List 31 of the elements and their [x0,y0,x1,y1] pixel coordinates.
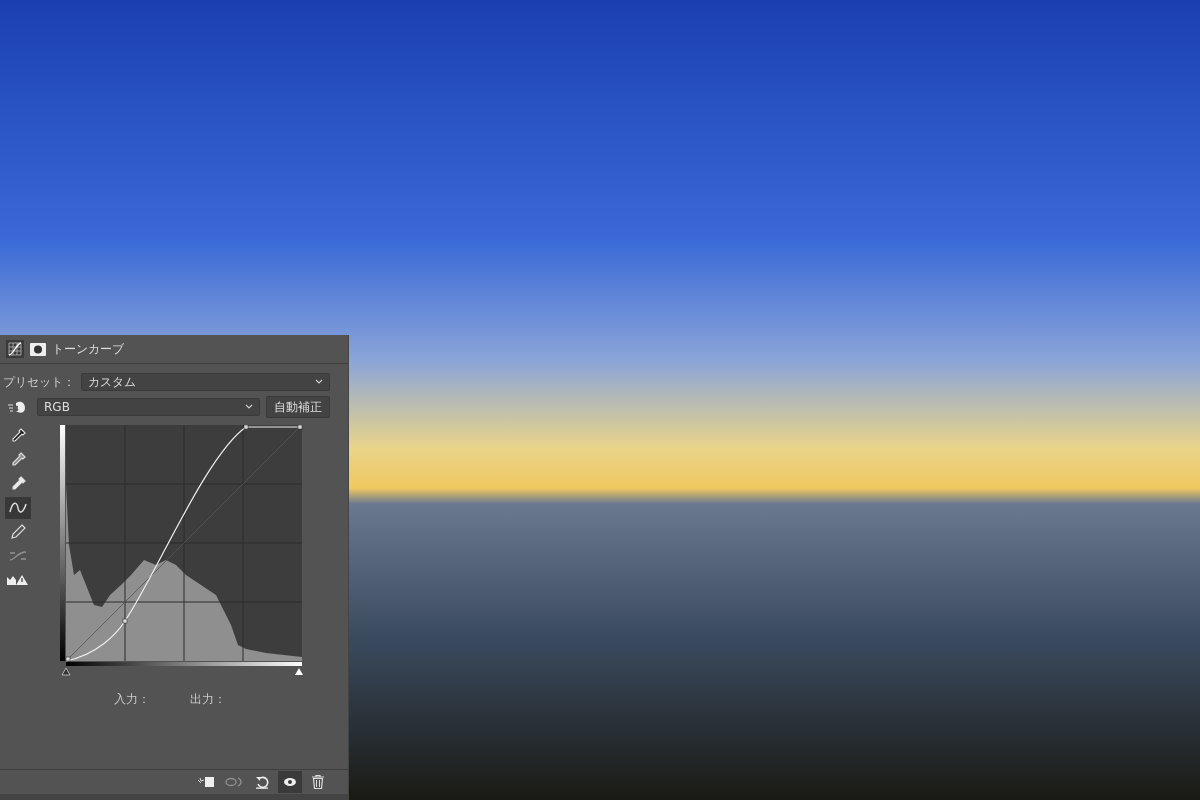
panel-title: トーンカーブ [52,340,124,358]
trash-icon [312,775,324,789]
panel-footer-button[interactable] [278,771,302,793]
reset-icon [255,775,269,789]
curves-adjustment-icon [6,340,24,358]
curve-tool-button[interactable] [5,497,31,519]
preset-dropdown[interactable]: カスタム [81,373,330,391]
auto-button[interactable]: 自動補正 [266,396,330,418]
layer-mask-icon [30,342,46,356]
input-slider-handle[interactable] [61,667,71,676]
eyedropper-icon [10,452,26,468]
pencil-icon [10,524,26,540]
view-previous-icon [225,776,243,788]
target-adjustment-icon [8,401,26,413]
smooth-icon [9,549,27,563]
curve-point[interactable] [297,425,303,430]
clipping-warning-icon [7,574,29,586]
eyedropper-icon [10,476,26,492]
output-label: 出力： [190,691,226,708]
chevron-down-icon [315,379,323,385]
eye-icon [283,777,297,787]
curve-point[interactable] [243,425,249,430]
eyedropper-icon [10,428,26,444]
preset-label: プリセット： [3,373,75,391]
curve-icon [9,502,27,514]
input-slider-handle[interactable] [295,668,303,675]
input-label: 入力： [114,691,150,708]
channel-dropdown[interactable]: RGB [37,398,260,416]
chevron-down-icon [245,404,253,410]
clip-to-layer-icon [197,776,215,788]
curve-point[interactable] [122,618,128,624]
